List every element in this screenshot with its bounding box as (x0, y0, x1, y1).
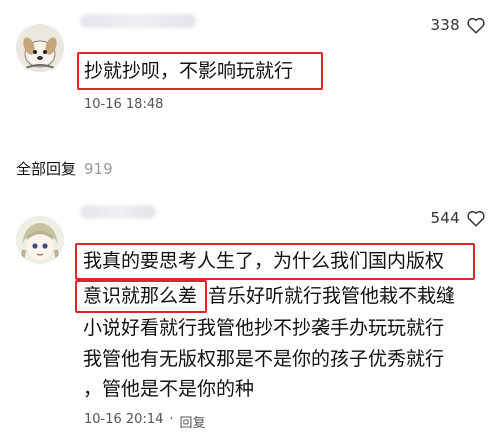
reply-button[interactable]: 回复 (180, 412, 206, 431)
heart-icon (467, 17, 485, 34)
comment-text-line: 音乐好听就行我管他栽不栽缝 (208, 285, 456, 307)
heart-icon (467, 210, 485, 227)
username-redacted[interactable] (80, 14, 196, 28)
comment-timestamp: 10-16 20:14 (84, 412, 164, 427)
comment-meta: 10-16 20:14 · 回复 (84, 412, 206, 431)
like-count: 544 (430, 209, 460, 227)
reply-count: 919 (84, 160, 113, 178)
like-button[interactable]: 338 (430, 16, 486, 34)
comment-text-line: ，管他是不是你的种 (83, 378, 255, 400)
username-redacted[interactable] (80, 205, 156, 219)
like-button[interactable]: 544 (430, 209, 486, 227)
avatar[interactable] (16, 216, 64, 264)
comment-text-line: 我真的要思考人生了，为什么我们国内版权 (83, 250, 445, 272)
avatar[interactable] (16, 24, 64, 72)
comment-text-line: 我管他有无版权那是不是你的孩子优秀就行 (83, 348, 445, 370)
section-title: 全部回复 (16, 160, 77, 178)
replies-header: 全部回复 919 (16, 158, 113, 179)
anime-girl-avatar-icon (16, 216, 64, 264)
comment-text-line: 小说好看就行我管他抄不抄袭手办玩玩就行 (83, 317, 445, 339)
comment-text: 抄就抄呗，不影响玩就行 (84, 60, 294, 82)
meta-separator: · (169, 412, 174, 427)
comment-text-line: 意识就那么差 (83, 285, 198, 307)
like-count: 338 (430, 16, 460, 34)
cartoon-dog-avatar-icon (16, 24, 64, 72)
comment-timestamp: 10-16 18:48 (84, 97, 164, 112)
